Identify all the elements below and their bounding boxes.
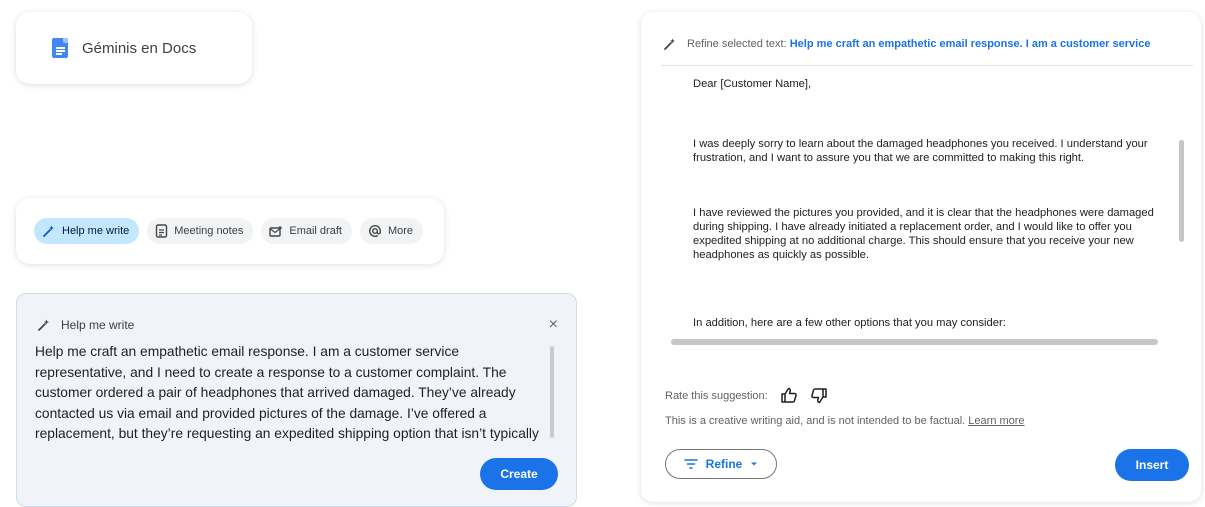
refine-label: Refine [705,457,743,471]
email-paragraph: I have reviewed the pictures you provide… [693,207,1154,261]
chip-help-me-write[interactable]: Help me write [34,218,140,244]
chip-label: Email draft [289,225,342,237]
refine-query: Help me craft an empathetic email respon… [789,38,1151,50]
filter-icon [683,459,698,469]
disclaimer: This is a creative writing aid, and is n… [665,415,1025,427]
horizontal-scrollbar[interactable] [671,339,1158,345]
vertical-scrollbar[interactable] [1179,140,1184,242]
divider [661,65,1193,66]
insert-button[interactable]: Insert [1115,449,1189,481]
suggestion-chips: Help me write Meeting notes Email draft … [16,198,444,264]
refine-prefix: Refine selected text: [687,38,787,50]
rating-row: Rate this suggestion: [665,387,828,404]
rate-label: Rate this suggestion: [665,389,768,402]
email-paragraph: In addition, here are a few other option… [693,317,1006,329]
pen-sparkle-icon [43,225,54,237]
thumbs-up-icon[interactable] [780,387,798,404]
refine-dropdown-button[interactable]: Refine [665,449,777,479]
panel-title: Help me write [61,318,135,332]
panel-header: Help me write [37,318,134,332]
title-label: Géminis en Docs [82,39,197,57]
disclaimer-text: This is a creative writing aid, and is n… [665,415,966,427]
chip-label: More [387,225,413,237]
document-icon [156,224,168,238]
chip-more[interactable]: More [359,218,423,244]
chevron-down-icon [751,462,758,466]
help-me-write-panel: Help me write × Help me craft an empathe… [16,293,577,507]
prompt-input[interactable]: Help me craft an empathetic email respon… [35,342,545,442]
chip-label: Meeting notes [174,225,244,237]
email-draft-icon [269,225,283,237]
chip-meeting-notes[interactable]: Meeting notes [147,218,254,244]
title-card: Géminis en Docs [16,12,252,84]
thumbs-down-icon[interactable] [810,387,828,404]
learn-more-link[interactable]: Learn more [968,415,1024,427]
chip-label: Help me write [62,225,130,237]
close-icon[interactable]: × [549,317,558,333]
pen-sparkle-icon [664,38,675,50]
refine-panel: Refine selected text: Help me craft an e… [641,12,1201,502]
at-sign-icon [368,225,381,237]
scrollbar[interactable] [550,346,554,438]
pen-sparkle-icon [38,319,49,331]
google-docs-icon [52,38,68,58]
chip-email-draft[interactable]: Email draft [261,218,352,244]
email-greeting: Dear [Customer Name], [693,78,812,90]
create-button[interactable]: Create [480,458,558,490]
refine-heading: Refine selected text: Help me craft an e… [663,37,1193,51]
email-paragraph: I was deeply sorry to learn about the da… [693,138,1148,164]
